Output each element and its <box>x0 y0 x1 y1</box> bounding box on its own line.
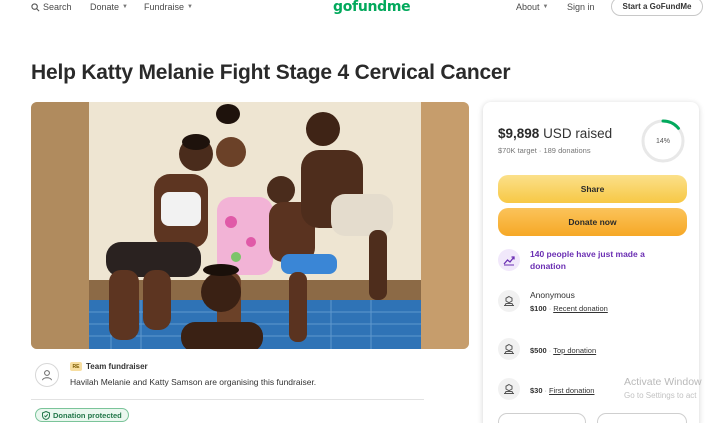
team-fundraiser-label: Team fundraiser <box>86 362 148 371</box>
donation-detail: $30 · First donation <box>530 386 595 395</box>
start-gofundme-button[interactable]: Start a GoFundMe <box>611 0 703 16</box>
recent-donation-link[interactable]: Recent donation <box>553 304 608 313</box>
user-icon <box>42 370 52 381</box>
recent-activity: 140 people have just made a donation <box>498 247 687 277</box>
donate-now-button[interactable]: Donate now <box>498 208 687 236</box>
family-photo-illustration <box>31 102 469 349</box>
donation-hand-icon <box>498 290 520 312</box>
separator-dot: · <box>538 146 542 155</box>
trending-icon <box>498 249 520 271</box>
organizer-text: Havilah Melanie and Katty Samson are org… <box>70 377 317 387</box>
donation-card: $9,898 USD raised $70K target · 189 dona… <box>483 102 699 423</box>
donation-item: Anonymous $100 · Recent donation <box>498 290 687 320</box>
donation-hand-icon <box>498 338 520 360</box>
windows-activation-watermark: Activate Window <box>624 376 702 388</box>
nav-fundraise-label: Fundraise <box>144 2 185 12</box>
nav-donate-label: Donate <box>90 2 120 12</box>
chevron-down-icon: ▼ <box>122 4 128 10</box>
activity-text: 140 people have just made a donation <box>530 249 645 271</box>
nav-fundraise-menu[interactable]: Fundraise ▼ <box>144 2 193 12</box>
divider <box>31 399 424 400</box>
raised-value: $9,898 <box>498 126 540 141</box>
donation-count: 189 donations <box>543 146 591 155</box>
chevron-down-icon: ▼ <box>542 4 549 10</box>
see-all-button[interactable] <box>498 413 586 423</box>
see-top-button[interactable] <box>597 413 687 423</box>
donor-name: Anonymous <box>530 290 575 300</box>
donation-protected-label: Donation protected <box>53 410 122 420</box>
nav-search[interactable]: Search <box>31 2 72 12</box>
windows-activation-hint: Go to Settings to act <box>624 391 697 400</box>
team-icon: RE <box>70 362 82 371</box>
donation-amount: $100 <box>530 304 547 313</box>
chevron-down-icon: ▼ <box>187 4 193 10</box>
donation-detail: $100 · Recent donation <box>530 304 608 313</box>
user-avatar <box>35 363 59 387</box>
organizer-section: RE Team fundraiser Havilah Melanie and K… <box>35 360 425 400</box>
donation-hand-icon <box>498 378 520 400</box>
top-nav: Search Donate ▼ Fundraise ▼ gofundme Abo… <box>0 0 710 18</box>
donation-detail: $500 · Top donation <box>530 346 597 355</box>
nav-search-label: Search <box>43 2 72 12</box>
donation-amount: $30 <box>530 386 543 395</box>
nav-about-label: About <box>516 2 540 12</box>
campaign-photo[interactable] <box>31 102 469 349</box>
donation-amount: $500 <box>530 346 547 355</box>
top-donation-link[interactable]: Top donation <box>553 346 596 355</box>
search-icon <box>31 2 40 11</box>
raised-amount: $9,898 USD raised <box>498 126 612 141</box>
share-button[interactable]: Share <box>498 175 687 203</box>
progress-percent: 14% <box>655 137 670 145</box>
target-label: $70K target <box>498 146 537 155</box>
team-fundraiser-badge: RE Team fundraiser <box>70 362 148 371</box>
raised-label: USD raised <box>543 126 613 141</box>
page-title: Help Katty Melanie Fight Stage 4 Cervica… <box>31 61 511 84</box>
target-and-donations: $70K target · 189 donations <box>498 146 591 155</box>
first-donation-link[interactable]: First donation <box>549 386 594 395</box>
donation-protected-badge[interactable]: Donation protected <box>35 408 129 422</box>
donation-item: $500 · Top donation <box>498 338 687 368</box>
gofundme-logo[interactable]: gofundme <box>333 0 411 15</box>
shield-icon <box>42 410 50 420</box>
nav-sign-in[interactable]: Sign in <box>567 2 595 12</box>
nav-about-menu[interactable]: About ▼ <box>516 2 548 12</box>
nav-donate-menu[interactable]: Donate ▼ <box>90 2 128 12</box>
